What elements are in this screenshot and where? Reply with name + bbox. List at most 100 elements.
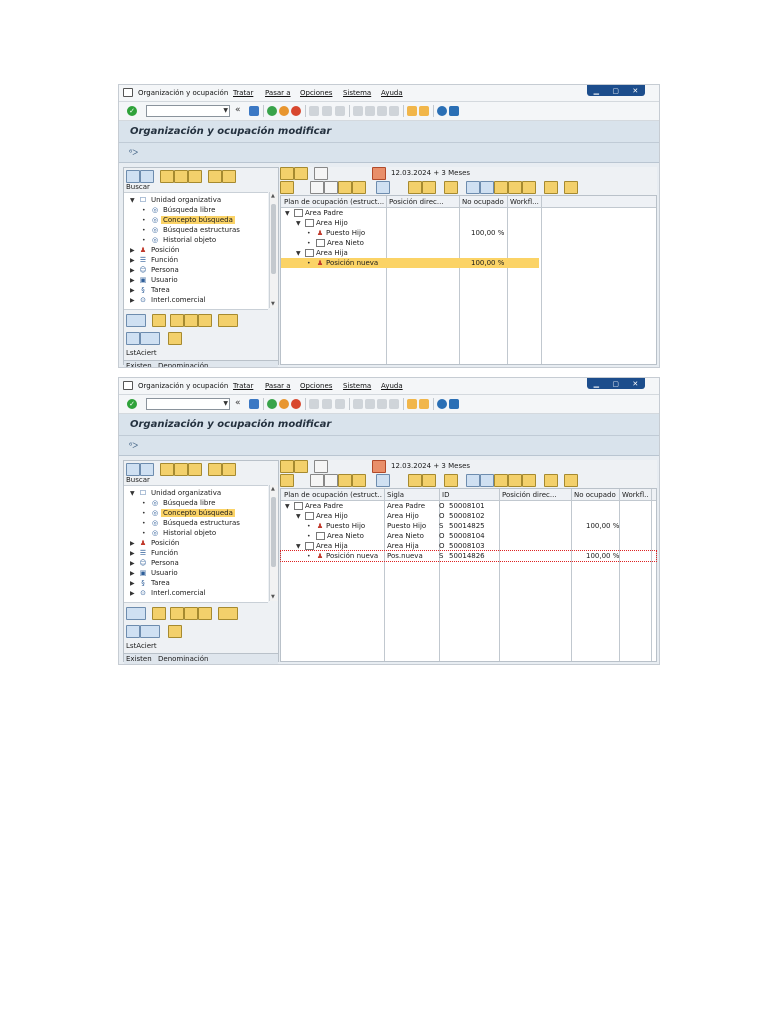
exit-icon[interactable] (279, 399, 289, 409)
bullet-icon[interactable]: • (307, 523, 311, 530)
tree-item[interactable]: ▶ ♟ Posición (124, 245, 268, 255)
maximize-button[interactable]: ▢ (612, 87, 619, 95)
calendar-icon[interactable] (372, 460, 386, 473)
grid-column-header[interactable]: Workfl... (510, 198, 539, 206)
scroll-up-icon[interactable]: ▲ (271, 193, 275, 199)
arrow-left-icon[interactable] (126, 463, 140, 476)
tree-item[interactable]: ▶ ☺ Persona (124, 558, 268, 568)
tree-item[interactable]: ▼ ☐ Unidad organizativa (124, 488, 268, 498)
print-list-icon[interactable] (126, 332, 140, 345)
bullet-icon[interactable]: • (142, 217, 146, 224)
hierarchy-icon[interactable] (280, 181, 294, 194)
chevron-right-icon[interactable]: ▶ (130, 267, 135, 274)
col-denominacion[interactable]: Denominación (158, 655, 208, 663)
bullet-icon[interactable]: • (142, 227, 146, 234)
tree-item[interactable]: ▼ ☐ Unidad organizativa (124, 195, 268, 205)
tree-item[interactable]: • ◎ Concepto búsqueda (124, 215, 268, 225)
table-row[interactable]: • Area Nieto Area Nieto O 50008104 (281, 531, 656, 541)
grid-column-header[interactable]: Workfl... (622, 491, 649, 499)
tree-item[interactable]: • ◎ Historial objeto (124, 235, 268, 245)
assign-icon[interactable] (338, 474, 352, 487)
prev-page-icon[interactable] (365, 399, 375, 409)
favorite-icon[interactable] (160, 170, 174, 183)
star-icon[interactable] (174, 463, 188, 476)
chevron-right-icon[interactable]: ▶ (130, 570, 135, 577)
columns-icon[interactable] (508, 181, 522, 194)
back-icon[interactable] (267, 399, 277, 409)
enter-check-icon[interactable]: ✓ (127, 399, 137, 409)
scroll-down-icon[interactable]: ▼ (271, 301, 275, 307)
layout-list-icon[interactable] (168, 332, 182, 345)
search-icon[interactable] (152, 314, 166, 327)
cancel-icon[interactable] (291, 399, 301, 409)
favorite-icon[interactable] (160, 463, 174, 476)
app-menu-icon[interactable] (123, 88, 133, 97)
filter-overview-icon[interactable] (494, 474, 508, 487)
scroll-up-icon[interactable]: ▲ (271, 486, 275, 492)
refresh-icon[interactable] (280, 167, 294, 180)
bullet-icon[interactable]: • (307, 260, 311, 267)
shortcut-icon[interactable] (419, 399, 429, 409)
total-icon[interactable] (218, 607, 238, 620)
layout-icon[interactable] (449, 399, 459, 409)
grid-column-header[interactable]: ID (442, 491, 497, 499)
tree-scrollbar[interactable]: ▲ ▼ (269, 192, 278, 308)
layout-overview-icon[interactable] (564, 474, 578, 487)
menu-opciones[interactable]: Opciones (300, 89, 332, 97)
col-existen[interactable]: Existen (126, 362, 152, 367)
tree-item[interactable]: ▶ ☺ Persona (124, 265, 268, 275)
back-icon[interactable] (267, 106, 277, 116)
bullet-icon[interactable]: • (142, 207, 146, 214)
move-icon[interactable] (352, 474, 366, 487)
document-icon[interactable] (314, 460, 328, 473)
settings-icon[interactable] (522, 181, 536, 194)
assign-icon[interactable] (338, 181, 352, 194)
layout-list-icon[interactable] (168, 625, 182, 638)
minimize-button[interactable]: ▁ (594, 380, 599, 388)
col-denominacion[interactable]: Denominación (158, 362, 208, 367)
chevron-right-icon[interactable]: ▶ (130, 540, 135, 547)
period-value[interactable]: + 3 Meses (433, 169, 470, 177)
shortcut-icon[interactable] (419, 106, 429, 116)
move-down-icon[interactable] (422, 474, 436, 487)
tree-item[interactable]: • ◎ Búsqueda libre (124, 498, 268, 508)
date-value[interactable]: 12.03.2024 (391, 462, 431, 470)
bullet-icon[interactable]: • (307, 553, 311, 560)
arrow-left-icon[interactable] (126, 170, 140, 183)
tree-item[interactable]: ▶ ⊙ Interl.comercial (124, 295, 268, 305)
tree-item[interactable]: ▶ ⊙ Interl.comercial (124, 588, 268, 598)
excel-icon[interactable] (544, 181, 558, 194)
tree-item[interactable]: • ◎ Búsqueda estructuras (124, 225, 268, 235)
details-icon[interactable] (126, 607, 146, 620)
menu-opciones[interactable]: Opciones (300, 382, 332, 390)
new-session-icon[interactable] (407, 399, 417, 409)
display-change-icon[interactable]: ⁶ᐳ (129, 441, 138, 450)
prev-page-icon[interactable] (365, 106, 375, 116)
bullet-icon[interactable]: • (142, 500, 146, 507)
menu-org[interactable]: Organización y ocupación (138, 89, 228, 97)
menu-sistema[interactable]: Sistema (343, 89, 371, 97)
bullet-icon[interactable]: • (307, 240, 311, 247)
period-value[interactable]: + 3 Meses (433, 462, 470, 470)
enter-check-icon[interactable]: ✓ (127, 106, 137, 116)
table-row[interactable]: • Area Nieto (281, 238, 656, 248)
new-session-icon[interactable] (407, 106, 417, 116)
arrow-right-icon[interactable] (140, 463, 154, 476)
chevron-down-icon[interactable]: ▼ (296, 220, 301, 227)
chevron-down-icon[interactable]: ▼ (223, 400, 228, 407)
chevron-down-icon[interactable]: ▼ (296, 543, 301, 550)
filter-icon[interactable] (198, 314, 212, 327)
bullet-icon[interactable]: • (142, 530, 146, 537)
find-overview-icon[interactable] (480, 181, 494, 194)
search-icon[interactable] (152, 607, 166, 620)
copy-icon[interactable] (324, 474, 338, 487)
chevron-down-icon[interactable]: ▼ (130, 490, 135, 497)
sort-desc-icon[interactable] (184, 314, 198, 327)
save-icon[interactable] (249, 106, 259, 116)
tree-item[interactable]: ▶ ♟ Posición (124, 538, 268, 548)
next-page-icon[interactable] (377, 106, 387, 116)
find-overview-icon[interactable] (480, 474, 494, 487)
bullet-icon[interactable]: • (307, 533, 311, 540)
next-page-icon[interactable] (377, 399, 387, 409)
toolbar-collapse-button[interactable]: « (235, 105, 241, 115)
